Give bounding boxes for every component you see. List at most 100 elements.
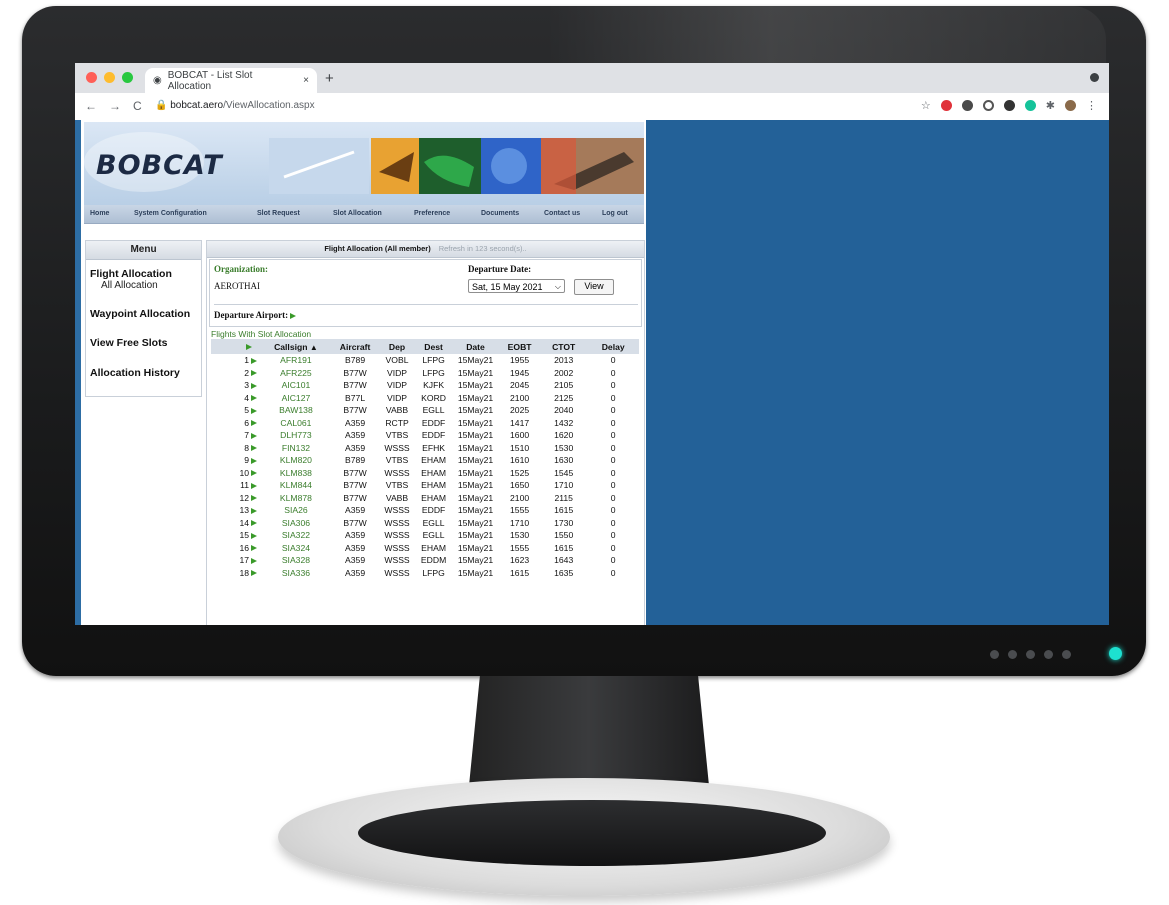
table-row[interactable]: 10 KLM838 B77W WSSS EHAM 15May21 1525 1545 0 xyxy=(211,467,639,480)
callsign-cell[interactable]: SIA26 xyxy=(260,504,331,517)
back-button[interactable]: ← xyxy=(85,99,97,113)
table-row[interactable]: 16 SIA324 A359 WSSS EHAM 15May21 1555 1615 0 xyxy=(211,542,639,555)
puzzle-icon[interactable]: ✱ xyxy=(1046,99,1055,112)
adblock-icon[interactable] xyxy=(940,100,952,111)
nav-home[interactable]: Home xyxy=(90,210,109,217)
row-expand-icon[interactable] xyxy=(251,407,258,414)
table-row[interactable]: 7 DLH773 A359 VTBS EDDF 15May21 1600 1620 0 xyxy=(211,429,639,442)
table-row[interactable]: 1 AFR191 B789 VOBL LFPG 15May21 1955 2013 0 xyxy=(211,354,639,367)
column-header-dest[interactable]: Dest xyxy=(415,339,452,354)
nav-slot-allocation[interactable]: Slot Allocation xyxy=(333,210,382,217)
row-expand-icon[interactable] xyxy=(251,432,258,439)
row-expand-icon[interactable] xyxy=(251,357,258,364)
table-row[interactable]: 17 SIA328 A359 WSSS EDDM 15May21 1623 1643 0 xyxy=(211,554,639,567)
cloud-icon[interactable] xyxy=(961,100,973,111)
star-icon[interactable]: ☆ xyxy=(921,99,931,112)
profile-icon[interactable] xyxy=(1090,73,1099,82)
row-expand-icon[interactable] xyxy=(251,470,258,477)
grammarly-icon[interactable] xyxy=(1024,100,1036,111)
departure-date-value: Sat, 15 May 2021 xyxy=(472,282,543,292)
nav-preference[interactable]: Preference xyxy=(414,210,450,217)
callsign-cell[interactable]: SIA322 xyxy=(260,529,331,542)
table-row[interactable]: 11 KLM844 B77W VTBS EHAM 15May21 1650 1710 0 xyxy=(211,479,639,492)
row-expand-icon[interactable] xyxy=(251,495,258,502)
maximize-window-button[interactable] xyxy=(122,72,133,83)
departure-date-select[interactable]: Sat, 15 May 2021 ⌵ xyxy=(468,279,565,293)
table-row[interactable]: 13 SIA26 A359 WSSS EDDF 15May21 1555 1615 0 xyxy=(211,504,639,517)
view-button[interactable]: View xyxy=(574,279,614,295)
table-row[interactable]: 2 AFR225 B77W VIDP LFPG 15May21 1945 2002 0 xyxy=(211,367,639,380)
forward-button[interactable]: → xyxy=(109,99,121,113)
callsign-cell[interactable]: KLM878 xyxy=(260,492,331,505)
new-tab-button[interactable]: + xyxy=(325,70,334,87)
menu-item-allocation-history[interactable]: Allocation History xyxy=(86,367,180,379)
menu-item-view-free-slots[interactable]: View Free Slots xyxy=(86,337,167,349)
row-expand-icon[interactable] xyxy=(251,557,258,564)
callsign-cell[interactable]: CAL061 xyxy=(260,417,331,430)
menu-item-waypoint-allocation[interactable]: Waypoint Allocation xyxy=(86,308,190,320)
row-expand-icon[interactable] xyxy=(251,420,258,427)
callsign-cell[interactable]: AIC101 xyxy=(260,379,331,392)
nav-documents[interactable]: Documents xyxy=(481,210,519,217)
row-expand-icon[interactable] xyxy=(251,545,258,552)
callsign-cell[interactable]: KLM820 xyxy=(260,454,331,467)
minimize-window-button[interactable] xyxy=(104,72,115,83)
bobcat-logo[interactable]: BOBCAT xyxy=(96,150,223,181)
table-row[interactable]: 15 SIA322 A359 WSSS EGLL 15May21 1530 1550 0 xyxy=(211,529,639,542)
column-header-delay[interactable]: Delay xyxy=(587,339,639,354)
callsign-cell[interactable]: KLM838 xyxy=(260,467,331,480)
column-header-aircraft[interactable]: Aircraft xyxy=(331,339,379,354)
callsign-cell[interactable]: SIA336 xyxy=(260,567,331,580)
callsign-cell[interactable]: KLM844 xyxy=(260,479,331,492)
table-row[interactable]: 9 KLM820 B789 VTBS EHAM 15May21 1610 1630 0 xyxy=(211,454,639,467)
callsign-cell[interactable]: SIA328 xyxy=(260,554,331,567)
callsign-cell[interactable]: AFR191 xyxy=(260,354,331,367)
table-row[interactable]: 18 SIA336 A359 WSSS LFPG 15May21 1615 1635 0 xyxy=(211,567,639,580)
callsign-cell[interactable]: FIN132 xyxy=(260,442,331,455)
row-expand-icon[interactable] xyxy=(251,532,258,539)
row-expand-icon[interactable] xyxy=(251,395,258,402)
url-field[interactable]: 🔒 bobcat.aero/ViewAllocation.aspx xyxy=(155,100,315,111)
close-window-button[interactable] xyxy=(86,72,97,83)
row-expand-icon[interactable] xyxy=(251,570,258,577)
table-row[interactable]: 14 SIA306 B77W WSSS EGLL 15May21 1710 1730 0 xyxy=(211,517,639,530)
row-expand-icon[interactable] xyxy=(251,457,258,464)
table-row[interactable]: 8 FIN132 A359 WSSS EFHK 15May21 1510 1530 0 xyxy=(211,442,639,455)
table-row[interactable]: 12 KLM878 B77W VABB EHAM 15May21 2100 2115 0 xyxy=(211,492,639,505)
callsign-cell[interactable]: SIA306 xyxy=(260,517,331,530)
row-expand-icon[interactable] xyxy=(251,370,258,377)
column-header-callsign[interactable]: Callsign ▲ xyxy=(260,339,332,354)
reload-button[interactable]: C xyxy=(133,99,142,113)
column-header-date[interactable]: Date xyxy=(451,339,500,354)
expand-arrow-icon[interactable] xyxy=(290,312,297,319)
row-expand-icon[interactable] xyxy=(251,482,258,489)
table-row[interactable]: 4 AIC127 B77L VIDP KORD 15May21 2100 2125 0 xyxy=(211,392,639,405)
callsign-cell[interactable]: BAW138 xyxy=(260,404,331,417)
menu-subitem-all-allocation[interactable]: All Allocation xyxy=(101,280,158,291)
avatar[interactable] xyxy=(1065,100,1076,111)
nav-contact-us[interactable]: Contact us xyxy=(544,210,580,217)
row-expand-icon[interactable] xyxy=(251,445,258,452)
callsign-cell[interactable]: AIC127 xyxy=(260,392,331,405)
row-expand-icon[interactable] xyxy=(251,507,258,514)
shield-extension-icon[interactable] xyxy=(1003,100,1015,111)
menu-item-flight-allocation[interactable]: Flight Allocation xyxy=(86,268,172,280)
nav-slot-request[interactable]: Slot Request xyxy=(257,210,300,217)
callsign-cell[interactable]: AFR225 xyxy=(260,367,331,380)
tab-close-button[interactable]: × xyxy=(303,75,309,86)
column-header-dep[interactable]: Dep xyxy=(378,339,416,354)
table-row[interactable]: 5 BAW138 B77W VABB EGLL 15May21 2025 2040 0 xyxy=(211,404,639,417)
column-header-eobt[interactable]: EOBT xyxy=(499,339,541,354)
callsign-cell[interactable]: DLH773 xyxy=(260,429,331,442)
circle-icon[interactable] xyxy=(982,100,994,111)
callsign-cell[interactable]: SIA324 xyxy=(260,542,331,555)
nav-system-configuration[interactable]: System Configuration xyxy=(134,210,207,217)
row-expand-icon[interactable] xyxy=(251,520,258,527)
tab-bobcat[interactable]: ◉ BOBCAT - List Slot Allocation × xyxy=(145,68,317,93)
column-header-ctot[interactable]: CTOT xyxy=(540,339,588,354)
more-icon[interactable]: ⋮ xyxy=(1086,99,1097,112)
nav-log-out[interactable]: Log out xyxy=(602,210,628,217)
table-row[interactable]: 6 CAL061 A359 RCTP EDDF 15May21 1417 1432 0 xyxy=(211,417,639,430)
row-expand-icon[interactable] xyxy=(251,382,258,389)
table-row[interactable]: 3 AIC101 B77W VIDP KJFK 15May21 2045 2105 0 xyxy=(211,379,639,392)
